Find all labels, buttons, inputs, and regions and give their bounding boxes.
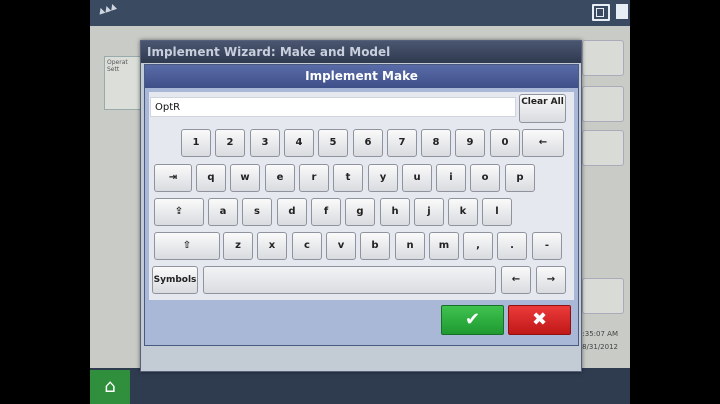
window-icon[interactable]: [592, 4, 610, 21]
home-icon: ⌂: [104, 376, 116, 397]
ok-button[interactable]: ✔: [441, 305, 504, 335]
caps-lock-key[interactable]: ⇪: [154, 198, 204, 226]
key-row2[interactable]: o: [470, 164, 500, 192]
key-row1[interactable]: 4: [284, 129, 314, 157]
clear-all-button[interactable]: Clear All: [519, 94, 566, 123]
key-row2[interactable]: y: [368, 164, 398, 192]
key-row3[interactable]: f: [311, 198, 341, 226]
tab-key[interactable]: ⇥: [154, 164, 192, 192]
key-row2[interactable]: u: [402, 164, 432, 192]
key-row1[interactable]: 6: [353, 129, 383, 157]
key-row3[interactable]: s: [242, 198, 272, 226]
key-row4[interactable]: x: [257, 232, 287, 260]
key-row4[interactable]: b: [360, 232, 390, 260]
key-row3[interactable]: d: [277, 198, 307, 226]
backspace-key[interactable]: ←: [522, 129, 564, 157]
key-row3[interactable]: j: [414, 198, 444, 226]
clock-time: 3:35:07 AM: [577, 330, 618, 338]
key-row1[interactable]: 0: [490, 129, 520, 157]
key-row3[interactable]: l: [482, 198, 512, 226]
dialog-title: Implement Make: [145, 65, 578, 88]
key-row2[interactable]: t: [333, 164, 363, 192]
key-row3[interactable]: g: [345, 198, 375, 226]
key-row4[interactable]: n: [395, 232, 425, 260]
menu-icon[interactable]: [616, 4, 628, 19]
logo-icon: ▲▲▲: [97, 1, 118, 16]
key-row4[interactable]: v: [326, 232, 356, 260]
top-status-bar: ▲▲▲: [90, 0, 630, 26]
space-key[interactable]: [203, 266, 496, 294]
bg-side-button: [582, 278, 624, 314]
key-row4[interactable]: c: [292, 232, 322, 260]
key-row3[interactable]: h: [380, 198, 410, 226]
key-row2[interactable]: q: [196, 164, 226, 192]
key-row1[interactable]: 1: [181, 129, 211, 157]
key-row1[interactable]: 9: [455, 129, 485, 157]
key-row4[interactable]: -: [532, 232, 562, 260]
key-row1[interactable]: 7: [387, 129, 417, 157]
wizard-title: Implement Wizard: Make and Model: [141, 41, 581, 63]
bg-side-button: [582, 130, 624, 166]
key-row2[interactable]: e: [265, 164, 295, 192]
key-row2[interactable]: r: [299, 164, 329, 192]
check-icon: ✔: [464, 309, 481, 330]
home-button[interactable]: ⌂: [90, 370, 130, 404]
key-row3[interactable]: k: [448, 198, 478, 226]
key-row4[interactable]: m: [429, 232, 459, 260]
key-row1[interactable]: 5: [318, 129, 348, 157]
bg-side-button: [582, 40, 624, 76]
left-arrow-key[interactable]: ←: [501, 266, 531, 294]
right-arrow-key[interactable]: →: [536, 266, 566, 294]
symbols-key[interactable]: Symbols: [152, 266, 198, 294]
bg-side-button: [582, 86, 624, 122]
shift-key[interactable]: ⇧: [154, 232, 220, 260]
key-row1[interactable]: 2: [215, 129, 245, 157]
key-row4[interactable]: ,: [463, 232, 493, 260]
key-row2[interactable]: w: [230, 164, 260, 192]
key-row4[interactable]: .: [497, 232, 527, 260]
key-row1[interactable]: 8: [421, 129, 451, 157]
cancel-button[interactable]: ✖: [508, 305, 571, 335]
key-row2[interactable]: i: [436, 164, 466, 192]
key-row3[interactable]: a: [208, 198, 238, 226]
bottom-bar: [90, 368, 630, 404]
make-input[interactable]: OptR: [150, 97, 516, 117]
key-row1[interactable]: 3: [250, 129, 280, 157]
close-icon: ✖: [531, 309, 548, 330]
key-row2[interactable]: p: [505, 164, 535, 192]
clock-date: 8/31/2012: [582, 343, 618, 351]
key-row4[interactable]: z: [223, 232, 253, 260]
